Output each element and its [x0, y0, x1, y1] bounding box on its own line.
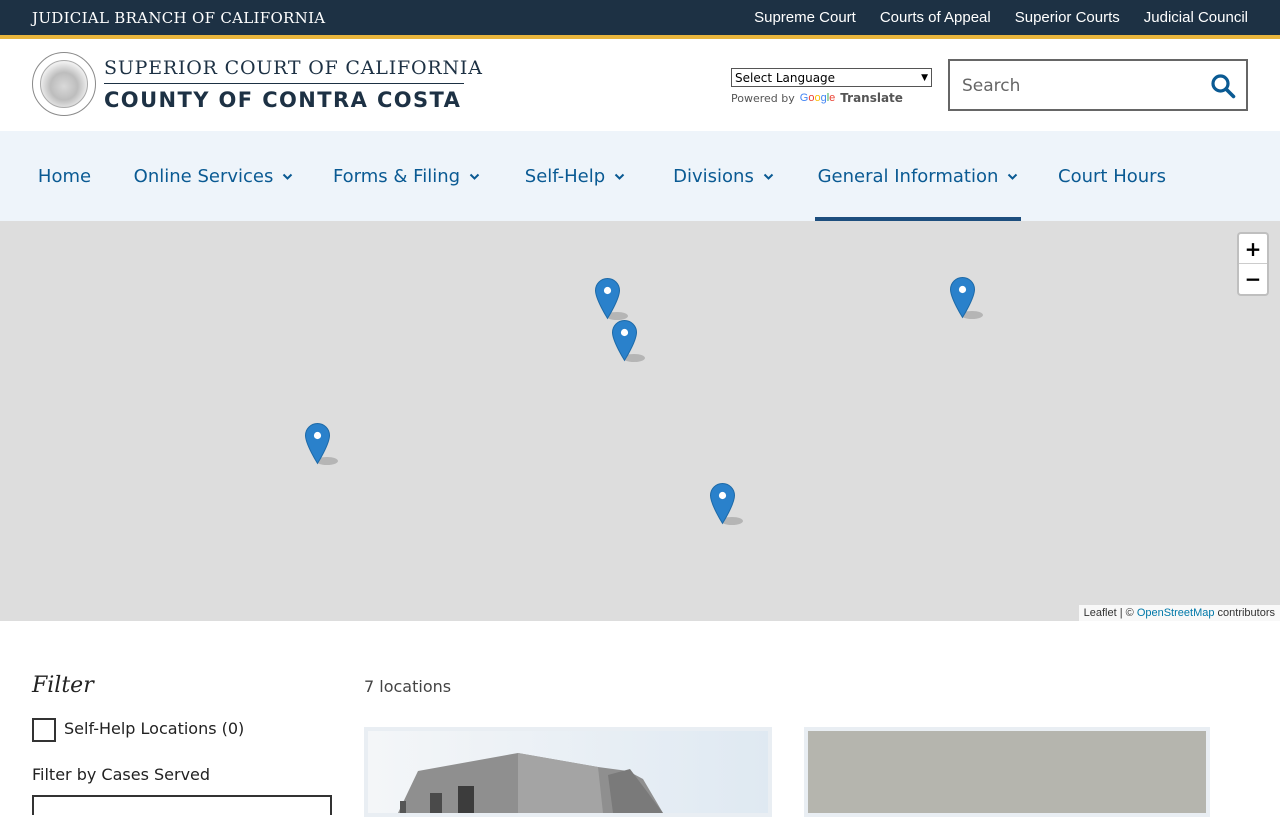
nav-item-forms-filing[interactable]: Forms & Filing [330, 131, 483, 221]
nav-item-label: Forms & Filing [332, 165, 461, 187]
courthouse-photo [368, 731, 768, 813]
map-attribution: Leaflet | © OpenStreetMap contributors [1078, 605, 1280, 621]
court-name-line2[interactable]: COUNTY OF CONTRA COSTA [104, 88, 461, 112]
nav-item-label: Divisions [673, 165, 754, 187]
court-name-divider [104, 83, 464, 84]
chevron-down-icon [283, 173, 293, 180]
cases-served-select[interactable] [32, 795, 332, 815]
nav-item-label: General Information [817, 165, 999, 187]
judicial-branch-title[interactable]: JUDICIAL BRANCH OF CALIFORNIA [32, 9, 325, 27]
top-links: Supreme Court Courts of Appeal Superior … [754, 9, 1248, 26]
attribution-separator: | © [1116, 607, 1137, 619]
court-seal-logo[interactable] [32, 52, 96, 116]
chevron-down-icon [1008, 173, 1018, 180]
map-zoom-control: + − [1237, 232, 1269, 296]
nav-item-label: Court Hours [1058, 165, 1166, 187]
chevron-down-icon: ▼ [921, 72, 928, 83]
map-marker[interactable] [949, 276, 983, 319]
locations-map[interactable]: + − Leaflet | © OpenStreetMap contributo… [0, 221, 1280, 621]
nav-item-divisions[interactable]: Divisions [667, 131, 780, 221]
self-help-checkbox-label[interactable]: Self-Help Locations (0) [64, 719, 244, 738]
google-translate-attribution: Powered by Google Translate [731, 91, 903, 105]
self-help-checkbox[interactable] [32, 718, 56, 742]
main-nav: Home Online Services Forms & Filing Self… [0, 131, 1280, 221]
zoom-in-button[interactable]: + [1239, 234, 1267, 264]
search-box [948, 59, 1248, 111]
map-marker[interactable] [594, 277, 628, 320]
chevron-down-icon [614, 173, 625, 180]
filter-heading: Filter [32, 673, 94, 698]
language-select-value: Select Language [735, 70, 836, 85]
location-card[interactable] [804, 727, 1210, 817]
site-header: SUPERIOR COURT OF CALIFORNIA COUNTY OF C… [0, 39, 1280, 131]
chevron-down-icon [763, 173, 774, 180]
top-utility-bar: JUDICIAL BRANCH OF CALIFORNIA Supreme Co… [0, 0, 1280, 35]
cases-served-label: Filter by Cases Served [32, 765, 211, 784]
judicial-council-link[interactable]: Judicial Council [1144, 9, 1248, 26]
map-marker[interactable] [709, 482, 743, 525]
map-pin-icon [304, 422, 338, 465]
map-marker[interactable] [611, 319, 645, 362]
google-logo: Google [799, 92, 836, 104]
nav-item-court-hours[interactable]: Court Hours [1053, 131, 1171, 221]
superior-courts-link[interactable]: Superior Courts [1015, 9, 1120, 26]
map-marker[interactable] [304, 422, 338, 465]
map-pin-icon [709, 482, 743, 525]
map-pin-icon [611, 319, 645, 362]
map-pin-icon [949, 276, 983, 319]
courts-of-appeal-link[interactable]: Courts of Appeal [880, 9, 991, 26]
powered-by-text: Powered by [731, 91, 795, 105]
attribution-contributors: contributors [1214, 607, 1275, 619]
nav-item-label: Online Services [133, 165, 274, 187]
locations-count: 7 locations [364, 677, 452, 696]
openstreetmap-link[interactable]: OpenStreetMap [1137, 607, 1215, 619]
translate-link[interactable]: Translate [840, 91, 903, 105]
nav-item-general-information[interactable]: General Information [815, 131, 1021, 221]
location-card[interactable] [364, 727, 772, 817]
zoom-out-button[interactable]: − [1239, 264, 1267, 294]
court-name-line1[interactable]: SUPERIOR COURT OF CALIFORNIA [104, 57, 483, 79]
supreme-court-link[interactable]: Supreme Court [754, 9, 856, 26]
leaflet-link[interactable]: Leaflet [1084, 607, 1117, 619]
nav-item-self-help[interactable]: Self-Help [518, 131, 632, 221]
map-pin-icon [594, 277, 628, 320]
language-select[interactable]: Select Language ▼ [731, 68, 932, 87]
nav-item-online-services[interactable]: Online Services [132, 131, 295, 221]
seal-emblem [40, 60, 88, 108]
search-icon[interactable] [1210, 73, 1236, 99]
nav-item-label: Home [37, 165, 92, 187]
location-photo-placeholder [808, 731, 1206, 813]
search-input[interactable] [962, 73, 1202, 99]
chevron-down-icon [469, 173, 480, 180]
nav-item-label: Self-Help [524, 165, 606, 187]
nav-item-home[interactable]: Home [32, 131, 97, 221]
